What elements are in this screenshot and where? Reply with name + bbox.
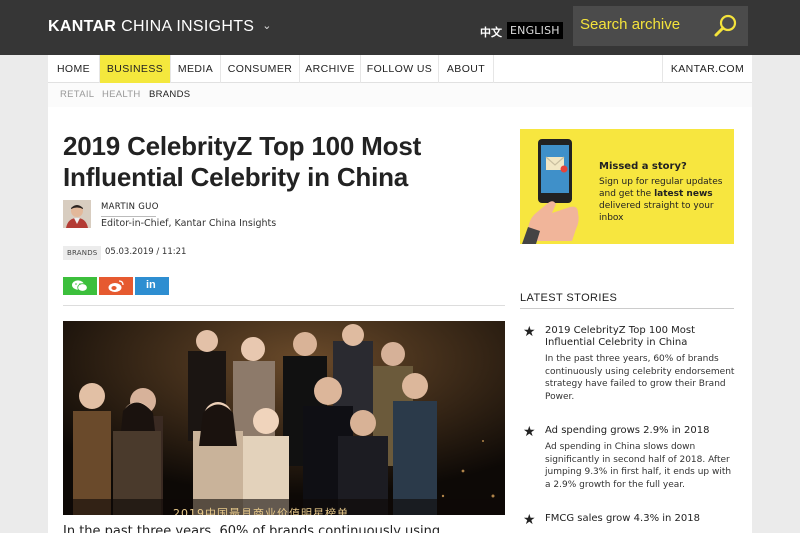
wechat-icon xyxy=(72,280,88,292)
category-tag[interactable]: BRANDS xyxy=(63,246,102,260)
content-panel: 2019 CelebrityZ Top 100 Most Influential… xyxy=(48,107,752,533)
celebrity-group-photo xyxy=(63,321,505,515)
subnav-item-health[interactable]: HEALTH xyxy=(102,89,141,100)
top-header: KANTAR CHINA INSIGHTS ⌄ 中文 ENGLISH Search … xyxy=(0,0,800,55)
subnav-item-brands[interactable]: BRANDS xyxy=(149,89,190,100)
author-photo xyxy=(63,200,91,228)
story-summary: Ad spending in China slows down signific… xyxy=(545,442,732,490)
weibo-share-button[interactable] xyxy=(99,277,133,295)
search-box[interactable]: Search archive xyxy=(573,6,748,46)
article-date: 05.03.2019 / 11:21 xyxy=(105,247,187,257)
author-name[interactable]: MARTIN GUO xyxy=(101,202,159,212)
divider xyxy=(101,216,156,217)
language-chinese-link[interactable]: 中文 xyxy=(480,24,502,40)
avatar xyxy=(63,200,91,228)
subnav-item-retail[interactable]: RETAIL xyxy=(60,89,94,100)
kantar-com-link[interactable]: KANTAR.COM xyxy=(662,55,752,83)
search-icon[interactable] xyxy=(713,13,739,39)
sub-nav: RETAIL HEALTH BRANDS xyxy=(48,83,752,107)
site-logo[interactable]: KANTAR CHINA INSIGHTS ⌄ xyxy=(48,18,272,36)
search-input[interactable]: Search archive xyxy=(580,16,680,33)
brand-china-insights: CHINA INSIGHTS xyxy=(121,18,255,35)
author-role: Editor-in-Chief, Kantar China Insights xyxy=(101,218,277,229)
nav-item-home[interactable]: HOME xyxy=(48,55,100,83)
story-summary: In the past three years, 60% of brands c… xyxy=(545,354,735,402)
nav-item-business[interactable]: BUSINESS xyxy=(100,55,171,83)
wechat-share-button[interactable] xyxy=(63,277,97,295)
chevron-down-icon[interactable]: ⌄ xyxy=(262,19,272,32)
promo-text-end: delivered straight to your inbox xyxy=(599,201,714,223)
star-icon: ★ xyxy=(523,424,536,440)
latest-stories-heading: LATEST STORIES xyxy=(520,292,618,304)
nav-item-media[interactable]: MEDIA xyxy=(171,55,221,83)
main-nav: HOME BUSINESS MEDIA CONSUMER ARCHIVE FOL… xyxy=(48,55,752,83)
article-intro: In the past three years, 60% of brands c… xyxy=(63,524,441,533)
divider xyxy=(520,308,734,309)
story-title[interactable]: 2019 CelebrityZ Top 100 Most Influential… xyxy=(545,325,735,349)
promo-body: Sign up for regular updates and get the … xyxy=(599,176,729,224)
article-title: 2019 CelebrityZ Top 100 Most Influential… xyxy=(63,131,422,192)
brand-kantar: KANTAR xyxy=(48,18,117,35)
promo-title: Missed a story? xyxy=(599,161,687,172)
star-icon: ★ xyxy=(523,512,536,528)
hero-caption: 2019中国最具商业价值明星榜单 xyxy=(173,507,349,515)
nav-item-archive[interactable]: ARCHIVE xyxy=(300,55,361,83)
weibo-icon xyxy=(108,280,124,292)
nav-item-follow-us[interactable]: FOLLOW US xyxy=(361,55,439,83)
newsletter-promo[interactable]: Missed a story? Sign up for regular upda… xyxy=(520,129,734,244)
nav-item-about[interactable]: ABOUT xyxy=(439,55,494,83)
story-title[interactable]: FMCG sales grow 4.3% in 2018 xyxy=(545,513,735,525)
language-english-link[interactable]: ENGLISH xyxy=(507,22,563,39)
nav-item-consumer[interactable]: CONSUMER xyxy=(221,55,300,83)
story-title[interactable]: Ad spending grows 2.9% in 2018 xyxy=(545,425,735,437)
phone-mail-icon xyxy=(522,139,579,244)
hero-image: 2019中国最具商业价值明星榜单 xyxy=(63,321,505,515)
linkedin-icon: in xyxy=(146,279,156,291)
promo-text-bold: latest news xyxy=(654,189,713,199)
divider xyxy=(63,305,505,306)
star-icon: ★ xyxy=(523,324,536,340)
linkedin-share-button[interactable]: in xyxy=(135,277,169,295)
